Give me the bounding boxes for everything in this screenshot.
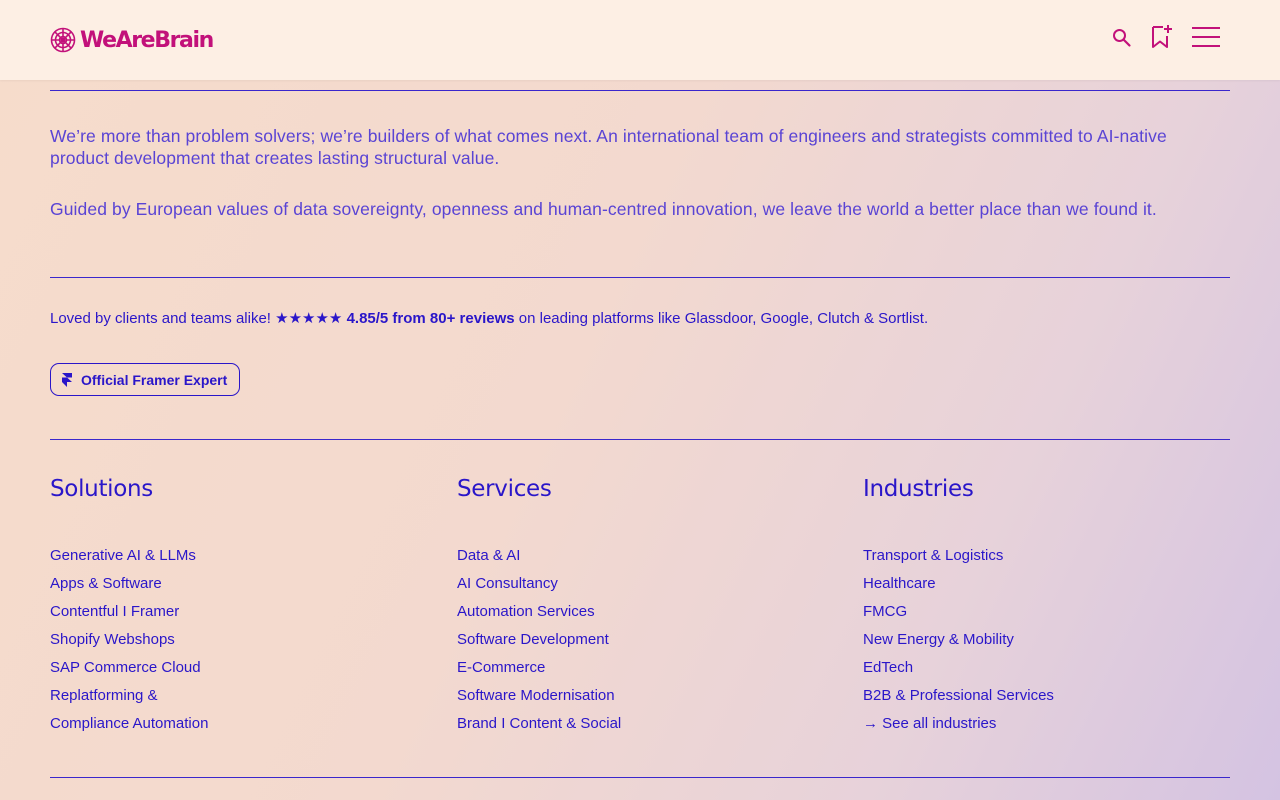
list-item: E-Commerce xyxy=(457,654,817,682)
list-item: Software Development xyxy=(457,626,817,654)
list-item: Replatforming & xyxy=(50,682,410,710)
menu-icon[interactable] xyxy=(1191,26,1221,50)
intro-paragraph: We’re more than problem solvers; we’re b… xyxy=(50,126,1167,168)
footer-link[interactable]: B2B & Professional Services xyxy=(863,687,1054,704)
list-item: Transport & Logistics xyxy=(863,542,1223,570)
list-item: Brand I Content & Social xyxy=(457,710,817,738)
footer-link[interactable]: Apps & Software xyxy=(50,575,162,592)
link-list: Transport & Logistics Healthcare FMCG Ne… xyxy=(863,542,1223,738)
footer-link[interactable]: Generative AI & LLMs xyxy=(50,547,196,564)
footer-link[interactable]: Software Development xyxy=(457,631,609,648)
list-item: Contentful I Framer xyxy=(50,598,410,626)
footer-link[interactable]: SAP Commerce Cloud xyxy=(50,659,201,676)
logo[interactable]: WeAreBrain xyxy=(50,26,214,54)
link-list: Data & AI AI Consultancy Automation Serv… xyxy=(457,542,817,738)
badge-label: Official Framer Expert xyxy=(81,371,228,388)
divider xyxy=(50,90,1230,91)
footer-column-solutions: Solutions Generative AI & LLMs Apps & So… xyxy=(50,474,410,738)
divider xyxy=(50,777,1230,778)
list-item: SAP Commerce Cloud xyxy=(50,654,410,682)
divider xyxy=(50,439,1230,440)
list-item: EdTech xyxy=(863,654,1223,682)
reviews-suffix: on leading platforms like Glassdoor, Goo… xyxy=(518,310,929,327)
column-title: Services xyxy=(457,476,552,502)
list-item: Apps & Software xyxy=(50,570,410,598)
footer-link[interactable]: AI Consultancy xyxy=(457,575,558,592)
list-item: Healthcare xyxy=(863,570,1223,598)
footer-column-industries: Industries Transport & Logistics Healthc… xyxy=(863,474,1223,738)
footer-link[interactable]: E-Commerce xyxy=(457,659,545,676)
search-icon[interactable] xyxy=(1111,27,1133,49)
list-item: → See all industries xyxy=(863,710,1223,738)
list-item: B2B & Professional Services xyxy=(863,682,1223,710)
see-all-industries-link[interactable]: → See all industries xyxy=(863,715,996,732)
intro-paragraph: Guided by European values of data sovere… xyxy=(50,199,1157,219)
footer-link[interactable]: Software Modernisation xyxy=(457,687,615,704)
column-title: Industries xyxy=(863,476,974,502)
footer-link[interactable]: Healthcare xyxy=(863,575,936,592)
footer-link[interactable]: Transport & Logistics xyxy=(863,547,1003,564)
footer-link[interactable]: FMCG xyxy=(863,603,907,620)
footer-link[interactable]: New Energy & Mobility xyxy=(863,631,1014,648)
footer-link[interactable]: Replatforming & xyxy=(50,687,158,704)
brain-logo-icon xyxy=(50,27,76,53)
footer-link[interactable]: Contentful I Framer xyxy=(50,603,179,620)
footer-link[interactable]: Compliance Automation xyxy=(50,715,208,732)
list-item: Shopify Webshops xyxy=(50,626,410,654)
footer-link[interactable]: Automation Services xyxy=(457,603,595,620)
column-title: Solutions xyxy=(50,476,153,502)
link-list: Generative AI & LLMs Apps & Software Con… xyxy=(50,542,410,738)
footer-link[interactable]: Data & AI xyxy=(457,547,520,564)
framer-icon xyxy=(62,372,72,387)
rating-stars: ★★★★★ xyxy=(275,310,343,327)
list-item: Generative AI & LLMs xyxy=(50,542,410,570)
list-item: Compliance Automation xyxy=(50,710,410,738)
rating-summary: 4.85/5 from 80+ reviews xyxy=(346,310,515,327)
footer-link[interactable]: Shopify Webshops xyxy=(50,631,175,648)
site-header: WeAreBrain xyxy=(0,0,1280,80)
divider xyxy=(50,277,1230,278)
footer-link[interactable]: EdTech xyxy=(863,659,913,676)
reviews-prefix: Loved by clients and teams alike! xyxy=(50,310,271,327)
framer-expert-badge[interactable]: Official Framer Expert xyxy=(50,363,240,396)
list-item: Software Modernisation xyxy=(457,682,817,710)
list-item: AI Consultancy xyxy=(457,570,817,598)
footer-link[interactable]: Brand I Content & Social xyxy=(457,715,621,732)
list-item: Automation Services xyxy=(457,598,817,626)
footer-column-services: Services Data & AI AI Consultancy Automa… xyxy=(457,474,817,738)
logo-text: WeAreBrain xyxy=(80,27,214,53)
bookmark-icon[interactable] xyxy=(1150,24,1174,50)
list-item: New Energy & Mobility xyxy=(863,626,1223,654)
list-item: FMCG xyxy=(863,598,1223,626)
list-item: Data & AI xyxy=(457,542,817,570)
reviews-text: Loved by clients and teams alike! ★★★★★ … xyxy=(50,309,1230,329)
